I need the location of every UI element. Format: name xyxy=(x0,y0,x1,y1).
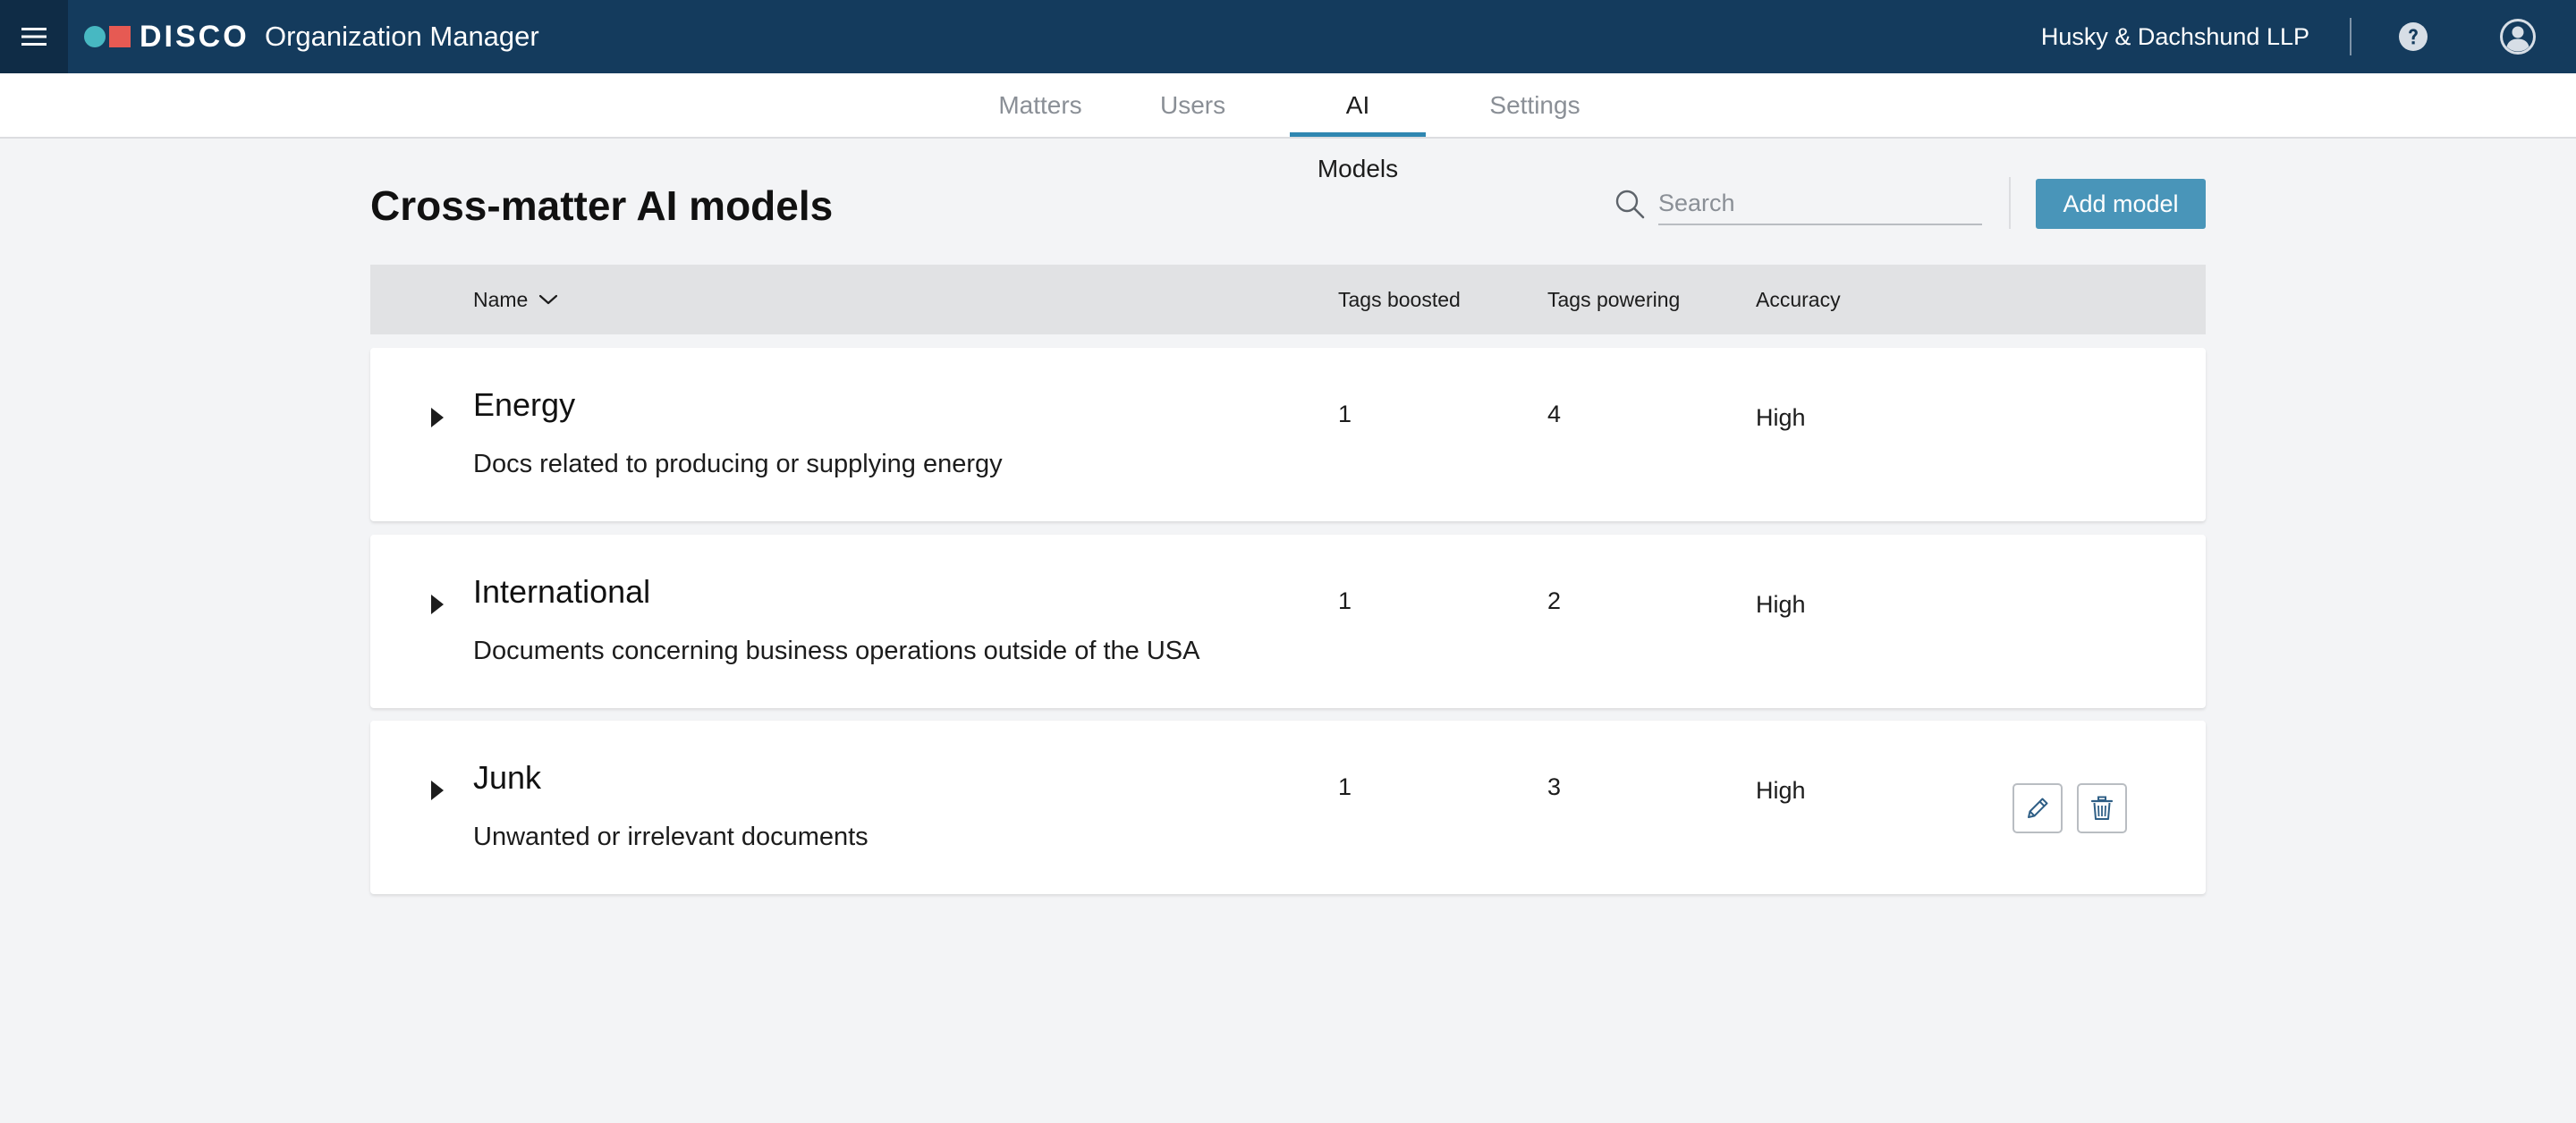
model-name: Energy xyxy=(473,386,576,423)
model-name: Junk xyxy=(473,759,542,796)
column-header-name[interactable]: Name xyxy=(473,265,558,334)
column-header-name-label: Name xyxy=(473,288,529,311)
edit-model-button[interactable] xyxy=(2012,783,2063,833)
hamburger-menu-icon xyxy=(21,28,47,46)
tags-powering-value: 2 xyxy=(1547,587,1562,614)
organization-name[interactable]: Husky & Dachshund LLP xyxy=(2041,19,2309,55)
header-divider xyxy=(2009,177,2011,229)
model-description: Unwanted or irrelevant documents xyxy=(473,823,869,851)
tags-boosted-value: 1 xyxy=(1338,587,1352,614)
hamburger-menu-button[interactable] xyxy=(0,0,68,73)
add-model-button[interactable]: Add model xyxy=(2036,179,2206,229)
caret-right-icon[interactable] xyxy=(426,400,449,435)
table-row[interactable]: Energy Docs related to producing or supp… xyxy=(370,348,2206,521)
caret-right-icon[interactable] xyxy=(426,773,449,808)
help-button[interactable] xyxy=(2397,21,2429,53)
pencil-icon xyxy=(2028,798,2048,818)
logo-square-shape xyxy=(109,26,131,47)
logo-wordmark: DISCO xyxy=(140,20,250,54)
trash-icon xyxy=(2090,796,2114,820)
search-input[interactable] xyxy=(1658,182,1982,225)
top-navigation-bar: DISCO Organization Manager Husky & Dachs… xyxy=(0,0,2576,73)
tags-powering-value: 4 xyxy=(1547,401,1562,427)
tab-settings[interactable]: Settings xyxy=(1489,73,1580,137)
column-header-tags-boosted[interactable]: Tags boosted xyxy=(1338,265,1461,334)
topbar-divider xyxy=(2350,18,2351,55)
page-title: Cross-matter AI models xyxy=(370,182,834,229)
disco-logo[interactable]: DISCO xyxy=(84,21,250,52)
model-description: Docs related to producing or supplying e… xyxy=(473,450,1003,478)
caret-right-icon[interactable] xyxy=(426,587,449,622)
section-tabs: Matters Users AI Models Settings xyxy=(0,73,2576,182)
column-header-tags-powering[interactable]: Tags powering xyxy=(1547,265,1680,334)
search-box xyxy=(1614,182,1982,225)
logo-dot-shape xyxy=(84,26,106,47)
accuracy-value: High xyxy=(1756,404,1806,431)
tab-users[interactable]: Users xyxy=(1160,73,1225,137)
delete-model-button[interactable] xyxy=(2077,783,2127,833)
table-header: Name Tags boosted Tags powering Accuracy xyxy=(370,265,2206,334)
tags-boosted-value: 1 xyxy=(1338,773,1352,800)
tags-boosted-value: 1 xyxy=(1338,401,1352,427)
user-profile-button[interactable] xyxy=(2498,17,2538,56)
model-name: International xyxy=(473,573,651,610)
chevron-down-icon xyxy=(539,294,558,305)
user-avatar-icon xyxy=(2500,19,2536,55)
model-description: Documents concerning business operations… xyxy=(473,637,1200,665)
tab-ai-models[interactable]: AI Models xyxy=(1290,73,1426,182)
accuracy-value: High xyxy=(1756,591,1806,618)
tab-matters[interactable]: Matters xyxy=(996,73,1084,137)
table-row[interactable]: Junk Unwanted or irrelevant documents 1 … xyxy=(370,721,2206,894)
search-icon xyxy=(1615,190,1645,219)
app-title: Organization Manager xyxy=(265,21,539,52)
tags-powering-value: 3 xyxy=(1547,773,1562,800)
accuracy-value: High xyxy=(1756,777,1806,804)
column-header-accuracy[interactable]: Accuracy xyxy=(1756,265,1841,334)
table-row[interactable]: International Documents concerning busin… xyxy=(370,535,2206,708)
help-circle-icon xyxy=(2399,22,2428,51)
